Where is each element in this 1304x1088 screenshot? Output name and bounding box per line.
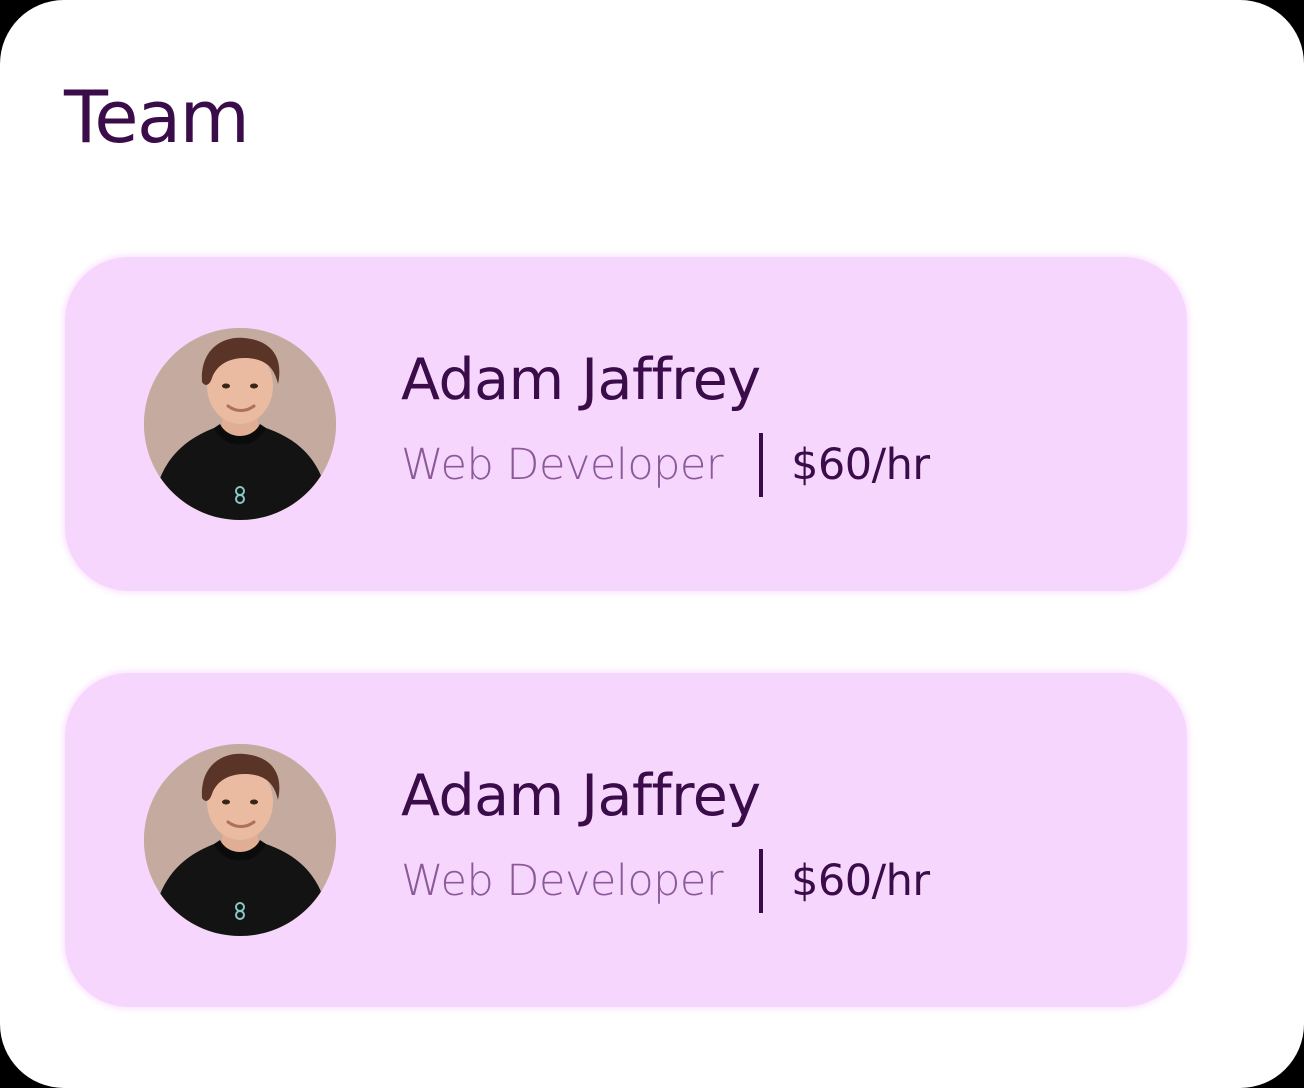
page-title: Team: [64, 75, 250, 159]
member-role: Web Developer: [401, 856, 724, 906]
member-card[interactable]: Adam Jaffrey Web Developer $60/hr: [65, 673, 1187, 1007]
member-card[interactable]: Adam Jaffrey Web Developer $60/hr: [65, 257, 1187, 591]
member-meta: Web Developer $60/hr: [401, 433, 930, 497]
meta-divider: [759, 849, 764, 913]
avatar-photo: [144, 744, 336, 936]
member-name: Adam Jaffrey: [401, 763, 761, 829]
member-rate: $60/hr: [791, 440, 930, 490]
member-rate: $60/hr: [791, 856, 930, 906]
avatar-photo: [144, 328, 336, 520]
member-meta: Web Developer $60/hr: [401, 849, 930, 913]
meta-divider: [759, 433, 764, 497]
member-name: Adam Jaffrey: [401, 347, 761, 413]
avatar: [144, 328, 336, 520]
member-role: Web Developer: [401, 440, 724, 490]
team-panel: Team Adam Jaffrey Web Developer $60/hr A…: [0, 0, 1304, 1088]
avatar: [144, 744, 336, 936]
